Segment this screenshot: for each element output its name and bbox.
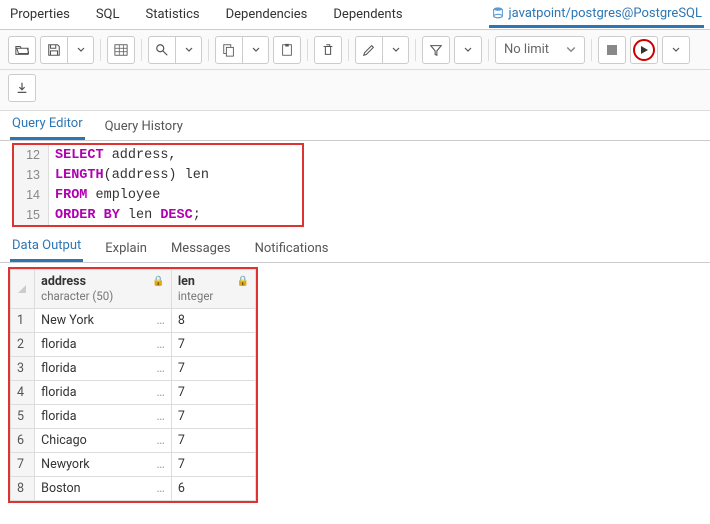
filter-button[interactable] [422,36,450,64]
editor-line[interactable]: 13LENGTH(address) len [14,165,302,185]
result-grid[interactable]: address character (50) 🔒 len integer 🔒 1… [10,269,256,501]
row-number[interactable]: 3 [11,357,35,381]
execute-button[interactable] [630,36,658,64]
tab-connection[interactable]: javatpoint/postgres@PostgreSQL [489,2,704,28]
cell-address[interactable]: New York… [35,309,172,333]
row-number[interactable]: 1 [11,309,35,333]
cell-address[interactable]: florida… [35,381,172,405]
row-number[interactable]: 5 [11,405,35,429]
cell-len[interactable]: 7 [171,357,255,381]
execute-dropdown[interactable] [662,36,690,64]
row-number[interactable]: 2 [11,333,35,357]
editor-line[interactable]: 12SELECT address, [14,145,302,165]
editor-line[interactable]: 15ORDER BY len DESC; [14,205,302,225]
edit-button[interactable] [355,36,409,64]
cell-address[interactable]: florida… [35,405,172,429]
code-text[interactable]: LENGTH(address) len [49,168,209,183]
cell-len[interactable]: 7 [171,381,255,405]
line-number: 12 [14,145,49,165]
tab-dependencies[interactable]: Dependencies [222,2,312,27]
table-row[interactable]: 4florida…7 [11,381,256,405]
code-text[interactable]: FROM employee [49,188,160,203]
cell-address[interactable]: Boston… [35,477,172,501]
main-tab-bar: Properties SQL Statistics Dependencies D… [0,0,710,30]
cell-len[interactable]: 7 [171,333,255,357]
sql-editor-highlight: 12SELECT address,13LENGTH(address) len14… [12,143,304,227]
row-number[interactable]: 6 [11,429,35,453]
copy-icon[interactable] [216,37,242,63]
query-tab-bar: Query Editor Query History [0,111,710,141]
copy-dropdown[interactable] [242,37,268,63]
tab-statistics[interactable]: Statistics [142,2,204,27]
lock-icon: 🔒 [152,276,164,287]
save-dropdown[interactable] [67,37,93,63]
limit-label: No limit [504,42,549,57]
lock-icon: 🔒 [237,276,249,287]
filter-dropdown[interactable] [454,36,482,64]
tab-data-output[interactable]: Data Output [10,233,83,262]
code-text[interactable]: SELECT address, [49,148,177,163]
corner-cell[interactable] [11,270,35,309]
table-row[interactable]: 8Boston…6 [11,477,256,501]
table-row[interactable]: 1New York…8 [11,309,256,333]
connection-label: javatpoint/postgres@PostgreSQL [509,6,702,21]
toolbar: No limit [0,30,710,70]
output-tab-bar: Data Output Explain Messages Notificatio… [0,233,710,263]
row-number[interactable]: 8 [11,477,35,501]
find-button[interactable] [148,36,202,64]
cell-address[interactable]: florida… [35,333,172,357]
limit-select[interactable]: No limit [495,36,585,64]
open-file-button[interactable] [8,36,36,64]
cell-address[interactable]: Newyork… [35,453,172,477]
paste-button[interactable] [273,36,301,64]
save-button[interactable] [40,36,94,64]
cell-len[interactable]: 6 [171,477,255,501]
cell-len[interactable]: 7 [171,453,255,477]
database-icon [491,6,505,20]
row-number[interactable]: 4 [11,381,35,405]
find-dropdown[interactable] [175,37,201,63]
cell-len[interactable]: 8 [171,309,255,333]
delete-button[interactable] [314,36,342,64]
cell-len[interactable]: 7 [171,405,255,429]
save-icon[interactable] [41,37,67,63]
tab-explain[interactable]: Explain [103,236,149,262]
tab-query-history[interactable]: Query History [103,114,185,140]
column-header-len[interactable]: len integer 🔒 [171,270,255,309]
line-number: 13 [14,165,49,185]
copy-button[interactable] [215,36,269,64]
download-button[interactable] [8,74,36,102]
table-row[interactable]: 3florida…7 [11,357,256,381]
tab-query-editor[interactable]: Query Editor [10,111,85,140]
cell-address[interactable]: Chicago… [35,429,172,453]
tab-dependents[interactable]: Dependents [329,2,406,27]
table-row[interactable]: 7Newyork…7 [11,453,256,477]
toolbar-row-2 [0,70,710,111]
sql-editor[interactable]: 12SELECT address,13LENGTH(address) len14… [14,145,302,225]
edit-grid-button[interactable] [107,36,135,64]
cell-address[interactable]: florida… [35,357,172,381]
tab-notifications[interactable]: Notifications [253,236,331,262]
tab-sql[interactable]: SQL [92,2,124,27]
line-number: 15 [14,205,49,225]
tab-properties[interactable]: Properties [6,2,74,27]
stop-button[interactable] [598,36,626,64]
table-row[interactable]: 6Chicago…7 [11,429,256,453]
search-icon[interactable] [149,37,175,63]
code-text[interactable]: ORDER BY len DESC; [49,208,201,223]
pencil-icon[interactable] [356,37,382,63]
line-number: 14 [14,185,49,205]
table-row[interactable]: 5florida…7 [11,405,256,429]
edit-dropdown[interactable] [382,37,408,63]
data-output-highlight: address character (50) 🔒 len integer 🔒 1… [8,267,258,503]
editor-line[interactable]: 14FROM employee [14,185,302,205]
tab-messages[interactable]: Messages [169,236,233,262]
column-header-address[interactable]: address character (50) 🔒 [35,270,172,309]
cell-len[interactable]: 7 [171,429,255,453]
play-icon [633,39,655,61]
table-row[interactable]: 2florida…7 [11,333,256,357]
chevron-down-icon [566,45,576,55]
row-number[interactable]: 7 [11,453,35,477]
